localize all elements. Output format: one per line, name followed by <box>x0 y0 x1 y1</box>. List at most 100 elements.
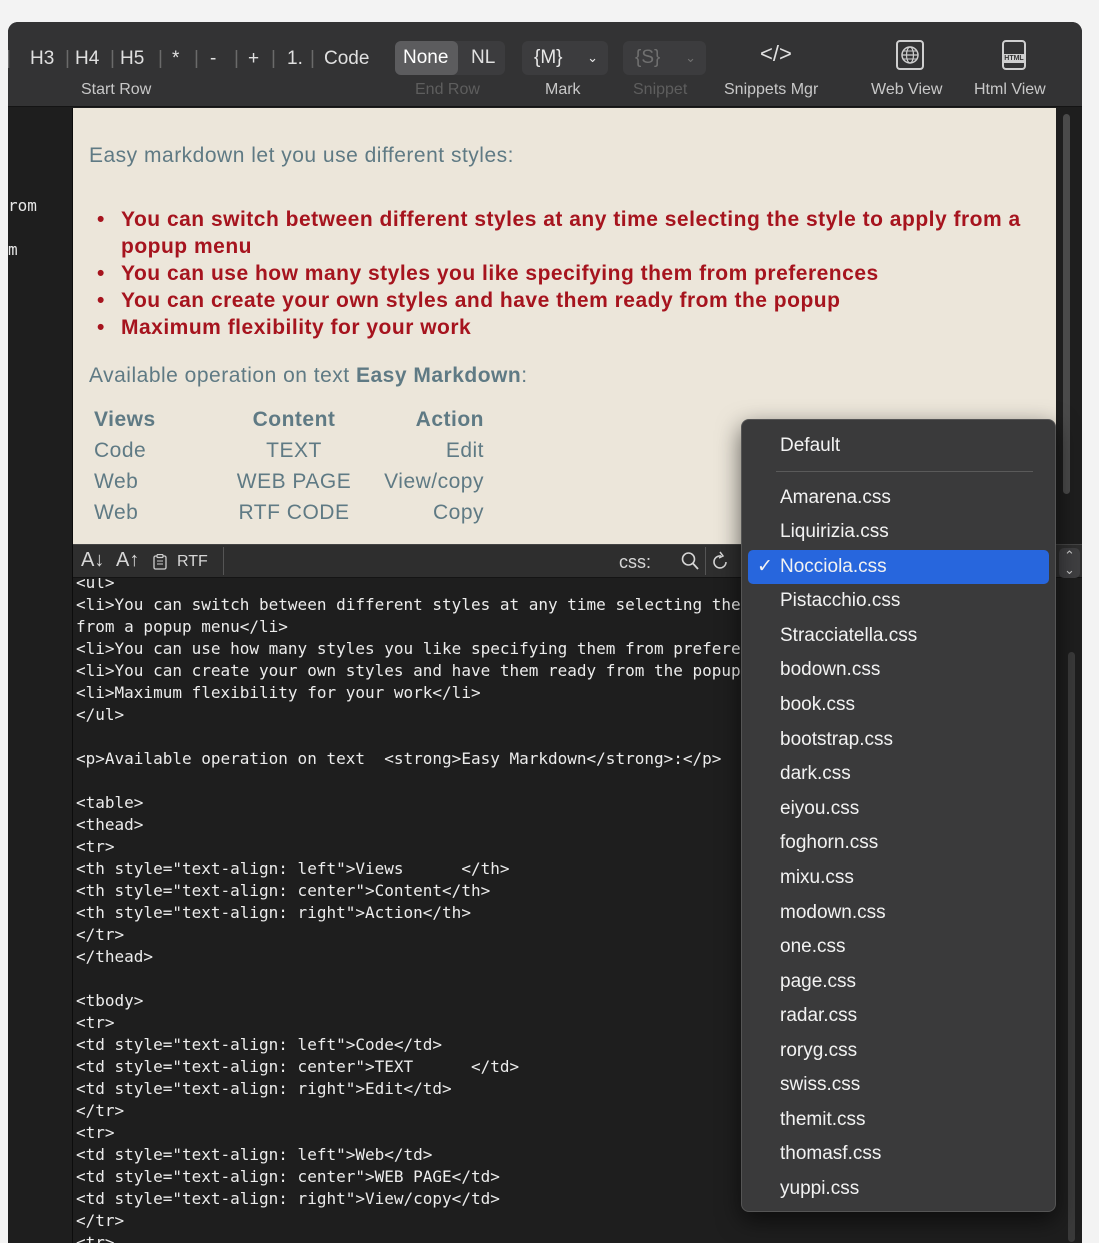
toolbar-separator: | <box>271 48 276 69</box>
refresh-icon[interactable] <box>712 550 730 572</box>
mark-popup[interactable]: {M} ⌄ <box>522 41 608 75</box>
menu-item-css[interactable]: themit.css <box>748 1103 1049 1137</box>
h4-button[interactable]: H4 <box>75 44 99 74</box>
sort-up-button[interactable]: A↑ <box>116 549 139 572</box>
menu-item-label: bootstrap.css <box>780 729 893 750</box>
preview-available-text: Available operation on text Easy Markdow… <box>89 364 528 388</box>
none-button[interactable]: None <box>395 41 458 75</box>
menu-item-css[interactable]: radar.css <box>748 999 1049 1033</box>
table-cell: Code <box>94 438 147 462</box>
preview-bullet-list: You can switch between different styles … <box>89 206 1029 341</box>
menu-item-label: Nocciola.css <box>780 556 887 577</box>
list-item: Maximum flexibility for your work <box>89 314 1029 341</box>
preview-intro-text: Easy markdown let you use different styl… <box>89 144 514 167</box>
clipboard-icon[interactable] <box>153 554 167 570</box>
toolbar-separator: | <box>8 48 11 69</box>
mark-value: {M} <box>534 47 563 68</box>
available-strong: Easy Markdown <box>355 364 522 387</box>
menu-item-css[interactable]: page.css <box>748 965 1049 999</box>
menu-item-label: modown.css <box>780 902 886 923</box>
menu-item-css[interactable]: Pistacchio.css <box>748 584 1049 618</box>
menu-item-label: book.css <box>780 694 855 715</box>
menu-item-css[interactable]: yuppi.css <box>748 1172 1049 1206</box>
menu-item-css[interactable]: book.css <box>748 688 1049 722</box>
menu-item-label: swiss.css <box>780 1074 861 1095</box>
table-row: Web RTF CODE Copy <box>89 497 489 528</box>
menu-item-css[interactable]: bootstrap.css <box>748 723 1049 757</box>
bullet-star-button[interactable]: * <box>172 44 179 74</box>
list-item: You can switch between different styles … <box>89 206 1029 260</box>
toolbar: | H3 | H4 | H5 | * | - | + | 1. | Code N… <box>8 22 1082 107</box>
html-view-label[interactable]: Html View <box>974 81 1046 99</box>
menu-item-css[interactable]: thomasf.css <box>748 1137 1049 1171</box>
preview-table: Views Content Action Code TEXT Edit Web … <box>89 404 489 528</box>
table-cell: WEB PAGE <box>236 469 352 493</box>
sort-down-button[interactable]: A↓ <box>81 549 104 572</box>
search-icon[interactable] <box>681 551 699 571</box>
menu-item-default[interactable]: Default <box>748 429 1049 463</box>
menu-item-label: Amarena.css <box>780 487 891 508</box>
html-file-icon[interactable]: HTML <box>1002 40 1026 70</box>
left-editor-pane[interactable]: rom m <box>8 108 72 1243</box>
menu-item-label: radar.css <box>780 1005 858 1026</box>
checkmark-icon: ✓ <box>757 556 773 577</box>
bullet-dash-button[interactable]: - <box>210 44 216 74</box>
menu-item-css[interactable]: swiss.css <box>748 1068 1049 1102</box>
none-label: None <box>403 47 449 68</box>
menu-item-css-selected[interactable]: ✓ Nocciola.css <box>748 550 1049 584</box>
left-pane-text-line: m <box>8 240 18 259</box>
html-icon-text: HTML <box>1004 54 1024 63</box>
toolbar-separator: | <box>194 48 199 69</box>
code-brackets-icon[interactable]: </> <box>760 39 792 69</box>
nl-button[interactable]: NL <box>471 41 495 75</box>
menu-item-label: yuppi.css <box>780 1178 860 1199</box>
bar-divider <box>705 547 706 575</box>
snippet-value: {S} <box>635 47 661 68</box>
menu-item-css[interactable]: bodown.css <box>748 653 1049 687</box>
menu-item-css[interactable]: Liquirizia.css <box>748 515 1049 549</box>
chevron-down-icon: ⌄ <box>1064 562 1075 577</box>
preview-scrollbar[interactable] <box>1063 114 1070 494</box>
css-popup-stepper[interactable]: ⌃ ⌄ <box>1059 548 1080 578</box>
h3-button[interactable]: H3 <box>30 44 54 74</box>
table-row: Web WEB PAGE View/copy <box>89 466 489 497</box>
menu-item-css[interactable]: Amarena.css <box>748 481 1049 515</box>
table-cell: Web <box>94 469 139 493</box>
menu-item-label: bodown.css <box>780 659 881 680</box>
start-row-label: Start Row <box>81 81 152 98</box>
menu-item-label: roryg.css <box>780 1040 858 1061</box>
h5-button[interactable]: H5 <box>120 44 144 74</box>
menu-item-css[interactable]: Stracciatella.css <box>748 619 1049 653</box>
menu-item-label: themit.css <box>780 1109 866 1130</box>
table-header-row: Views Content Action <box>89 404 489 435</box>
left-pane-text-line: rom <box>8 196 37 215</box>
table-header-cell: Views <box>94 407 156 431</box>
table-cell: Web <box>94 500 139 524</box>
menu-item-label: foghorn.css <box>780 832 879 853</box>
menu-item-css[interactable]: dark.css <box>748 757 1049 791</box>
menu-item-css[interactable]: roryg.css <box>748 1034 1049 1068</box>
menu-item-label: Pistacchio.css <box>780 590 901 611</box>
numbered-list-button[interactable]: 1. <box>287 44 303 74</box>
table-header-cell: Content <box>252 407 336 431</box>
globe-icon[interactable] <box>896 40 924 70</box>
menu-item-css[interactable]: modown.css <box>748 896 1049 930</box>
snippet-popup[interactable]: {S} ⌄ <box>623 41 706 75</box>
menu-item-label: Stracciatella.css <box>780 625 918 646</box>
toolbar-separator: | <box>65 48 70 69</box>
menu-item-label: one.css <box>780 936 846 957</box>
end-row-label: End Row <box>415 81 480 98</box>
toolbar-separator: | <box>158 48 163 69</box>
menu-item-css[interactable]: mixu.css <box>748 861 1049 895</box>
menu-item-css[interactable]: foghorn.css <box>748 826 1049 860</box>
snippets-mgr-label[interactable]: Snippets Mgr <box>724 81 818 99</box>
code-button[interactable]: Code <box>324 44 369 74</box>
menu-item-css[interactable]: one.css <box>748 930 1049 964</box>
menu-item-css[interactable]: eiyou.css <box>748 792 1049 826</box>
mark-label: Mark <box>545 81 581 98</box>
code-scrollbar[interactable] <box>1068 652 1075 1242</box>
toolbar-separator: | <box>310 48 315 69</box>
rtf-button[interactable]: RTF <box>177 553 208 571</box>
bullet-plus-button[interactable]: + <box>248 44 259 74</box>
web-view-label[interactable]: Web View <box>871 81 942 99</box>
